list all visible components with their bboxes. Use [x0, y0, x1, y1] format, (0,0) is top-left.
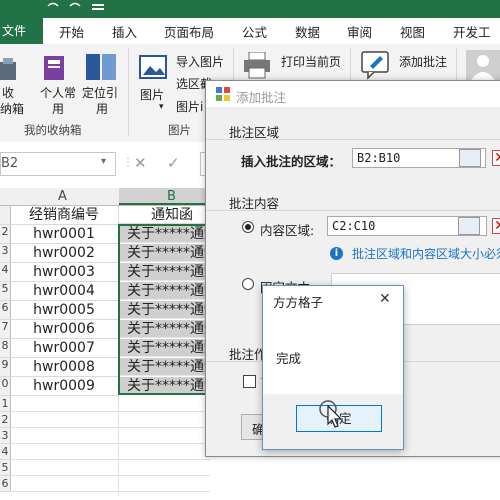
print-current-page-button[interactable]: 打印当前页 [281, 53, 341, 70]
message-box-text: 完成 [276, 351, 302, 366]
mouse-pointer-icon [319, 400, 343, 428]
quick-access-toolbar-icons[interactable] [40, 0, 110, 18]
cell-b1[interactable]: 通知函 [119, 206, 207, 224]
grid-line [10, 443, 210, 444]
row-header[interactable]: 5 [0, 460, 11, 476]
grid-line [10, 411, 210, 412]
grid-line [10, 427, 210, 428]
personal-favorites-icon[interactable] [42, 52, 72, 84]
tab-formulas[interactable]: 公式 [242, 22, 267, 41]
clear-range-icon[interactable]: ✕ [492, 218, 500, 234]
cell-dealer-id[interactable]: hwr0001 [10, 225, 119, 244]
grid-line [10, 491, 210, 492]
import-picture-button[interactable]: 导入图片 [176, 53, 224, 70]
column-header-a[interactable]: A [58, 189, 67, 204]
cell-notice[interactable]: 关于*****通知 [119, 282, 207, 300]
clear-range-icon[interactable]: ✕ [492, 150, 500, 166]
cell-dealer-id[interactable]: hwr0009 [10, 377, 119, 396]
cell-dealer-id[interactable]: hwr0004 [10, 282, 119, 301]
dialog-title: 添加批注 [236, 90, 287, 105]
name-box[interactable]: B2 ▾ [0, 152, 116, 176]
tab-file[interactable]: 文件 [0, 18, 43, 44]
name-box-dropdown-icon[interactable]: ▾ [101, 156, 106, 167]
cell-notice[interactable]: 关于*****通知 [119, 358, 207, 376]
dialog-app-icon [216, 87, 230, 101]
fixed-text-radio[interactable] [242, 278, 254, 290]
column-header-b[interactable]: B [119, 188, 207, 205]
content-area-label: 内容区域: [260, 223, 315, 238]
message-box-title: 方方格子 [273, 295, 324, 310]
locate-reference-label-1[interactable]: 定位引 [82, 84, 118, 101]
cell-a1[interactable]: 经销商编号 [10, 206, 119, 225]
range-picker-icon[interactable] [459, 149, 481, 167]
name-box-value: B2 [1, 156, 19, 171]
tab-data[interactable]: 数据 [295, 22, 320, 41]
cell-notice[interactable]: 关于*****通知 [119, 225, 207, 243]
collect-label-1[interactable]: 收 [2, 84, 14, 101]
cell-notice[interactable]: 关于*****通知 [119, 320, 207, 338]
section-divider [206, 139, 500, 140]
locate-reference-icon[interactable] [86, 52, 118, 84]
tab-review[interactable]: 审阅 [347, 22, 372, 41]
personal-favorites-label-1[interactable]: 个人常 [40, 84, 76, 101]
add-comment-icon[interactable] [360, 50, 392, 80]
cell-notice[interactable]: 关于*****通知 [119, 377, 207, 395]
content-area-radio[interactable] [242, 221, 254, 233]
locate-reference-label-2[interactable]: 用 [96, 100, 108, 117]
grid-line [118, 396, 119, 496]
collect-label-2[interactable]: 纳箱 [0, 100, 24, 117]
cancel-entry-icon[interactable]: ✕ [134, 154, 147, 172]
row-header[interactable]: 6 [0, 476, 11, 492]
row-header[interactable]: 4 [0, 444, 11, 460]
cell-notice[interactable]: 关于*****通知 [119, 244, 207, 262]
picture-dropdown-icon[interactable]: ▾ [159, 102, 164, 112]
grid-line [10, 475, 210, 476]
cell-notice[interactable]: 关于*****通知 [119, 263, 207, 281]
personal-favorites-label-2[interactable]: 用 [52, 100, 64, 117]
option-checkbox[interactable] [243, 375, 256, 388]
favorites-group-label: 我的收纳箱 [24, 123, 82, 137]
range-picker-icon[interactable] [458, 217, 480, 235]
cell-dealer-id[interactable]: hwr0005 [10, 301, 119, 320]
row-header[interactable]: 2 [0, 412, 11, 428]
row-header[interactable]: 3 [0, 428, 11, 444]
cell-dealer-id[interactable]: hwr0006 [10, 320, 119, 339]
picture-icon[interactable] [138, 52, 170, 84]
row-header[interactable]: 1 [0, 396, 11, 412]
message-box: 方方格子 ✕ 完成 确定 [262, 285, 404, 450]
picture-label[interactable]: 图片 [140, 86, 164, 103]
message-box-close-icon[interactable]: ✕ [379, 291, 391, 307]
cell-notice[interactable]: 关于*****通知 [119, 301, 207, 319]
cell-dealer-id[interactable]: hwr0008 [10, 358, 119, 377]
section-divider [206, 210, 500, 211]
print-icon[interactable] [243, 52, 273, 80]
dialog-title-bar[interactable]: 添加批注 [206, 81, 500, 107]
collect-box-icon[interactable] [0, 52, 20, 84]
add-comment-button[interactable]: 添加批注 [399, 53, 447, 70]
cell-dealer-id[interactable]: hwr0007 [10, 339, 119, 358]
pictures-group-label: 图片 [168, 123, 191, 137]
cell-notice[interactable]: 关于*****通知 [119, 339, 207, 357]
tab-view[interactable]: 视图 [400, 22, 425, 41]
picture-tool-button[interactable]: 图片i [176, 98, 203, 115]
grid-line [10, 459, 210, 460]
info-message: 批注区域和内容区域大小必须 [352, 247, 500, 261]
confirm-entry-icon[interactable]: ✓ [167, 154, 180, 172]
info-icon: i [330, 247, 343, 260]
insert-area-label: 插入批注的区域： [241, 154, 342, 169]
user-avatar-icon[interactable] [466, 50, 500, 80]
tab-insert[interactable]: 插入 [112, 22, 137, 41]
formula-bar-grip-icon: ⋮ [122, 155, 134, 169]
ribbon-separator [128, 48, 129, 136]
cell-dealer-id[interactable]: hwr0003 [10, 263, 119, 282]
ribbon-tab-bar: 文件 开始 插入 页面布局 公式 数据 审阅 视图 开发工具 [0, 18, 500, 59]
title-bar [0, 0, 500, 18]
cell-dealer-id[interactable]: hwr0002 [10, 244, 119, 263]
tab-home[interactable]: 开始 [59, 22, 84, 41]
tab-page-layout[interactable]: 页面布局 [164, 22, 214, 41]
